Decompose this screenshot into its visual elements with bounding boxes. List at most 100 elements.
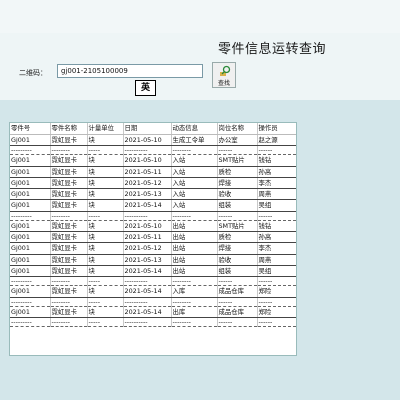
column-header[interactable]: 零件号 xyxy=(10,123,51,135)
separator-row[interactable]: --------- -------- ----- ---------- --------… xyxy=(10,297,296,307)
table-cell: 成品仓库 xyxy=(217,306,258,318)
find-button-label: 查找 xyxy=(217,80,230,87)
search-icon xyxy=(220,65,231,76)
window-top-strip xyxy=(0,0,400,33)
table-cell: 组装 xyxy=(217,199,258,212)
table-row[interactable]: Gj001 霓虹显卡块 2021-05-14 出库 成品仓库 郑险 xyxy=(10,306,296,318)
table-cell: 块 xyxy=(87,166,124,178)
table-cell: -------- xyxy=(50,297,88,307)
result-table[interactable]: 零件号 零件名称 计量单位 日期 动态信息 岗位名称 操作员 Gj001 霓虹显卡块 2021-… xyxy=(9,122,297,356)
column-header[interactable]: 操作员 xyxy=(257,123,296,135)
table-cell: Gj001 xyxy=(10,188,51,201)
table-row[interactable]: Gj001 霓虹显卡块 2021-05-13 出站 验收 周燕 xyxy=(10,254,296,266)
table-cell: 组装 xyxy=(217,265,258,278)
table-cell: 霓虹显卡 xyxy=(50,177,88,190)
separator-row[interactable]: --------- -------- ----- ---------- --------… xyxy=(10,211,296,221)
table-cell: 块 xyxy=(87,220,124,233)
table-cell: 入站 xyxy=(171,166,218,178)
column-header[interactable]: 动态信息 xyxy=(171,123,218,135)
separator-row[interactable]: --------- -------- ----- ---------- --------… xyxy=(10,276,296,287)
page-title: 零件信息运转查询 xyxy=(218,42,327,57)
table-cell: --------- xyxy=(10,211,51,221)
column-header[interactable]: 零件名称 xyxy=(50,123,88,135)
table-cell: 吴组 xyxy=(257,265,296,278)
column-header[interactable]: 岗位名称 xyxy=(217,123,258,135)
table-cell: 生成工令单 xyxy=(171,134,218,147)
table-cell: 入站 xyxy=(171,154,218,167)
table-cell: -------- xyxy=(50,145,88,156)
table-cell: 成品仓库 xyxy=(217,285,258,298)
table-row[interactable]: Gj001 霓虹显卡块 2021-05-11 入站 质检 孙高 xyxy=(10,166,296,178)
table-cell: 块 xyxy=(87,177,124,190)
table-cell: ------ xyxy=(257,276,296,287)
table-cell: 质检 xyxy=(217,231,258,244)
table-cell: 郑险 xyxy=(257,285,296,298)
table-cell: Gj001 xyxy=(10,199,51,212)
table-cell: -------- xyxy=(50,276,88,287)
qr-label: 二维码： xyxy=(19,69,47,77)
table-cell: 入站 xyxy=(171,188,218,201)
table-cell: 2021-05-12 xyxy=(123,242,172,255)
table-cell: 周燕 xyxy=(257,254,296,266)
table-cell: -------- xyxy=(50,317,88,327)
table-cell: ------ xyxy=(257,297,296,307)
table-cell: 办公室 xyxy=(217,134,258,147)
table-header: 零件号 零件名称 计量单位 日期 动态信息 岗位名称 操作员 xyxy=(10,123,296,135)
ime-indicator: 英 xyxy=(135,80,156,96)
table-cell: 块 xyxy=(87,154,124,167)
table-cell: Gj001 xyxy=(10,242,51,255)
table-cell: 霓虹显卡 xyxy=(50,265,88,278)
table-row[interactable]: Gj001 霓虹显卡块 2021-05-12 入站 焊接 李杰 xyxy=(10,177,296,190)
table-cell: SMT贴片 xyxy=(217,220,258,233)
column-header[interactable]: 计量单位 xyxy=(87,123,124,135)
table-row[interactable]: Gj001 霓虹显卡块 2021-05-14 入库 成品仓库 郑险 xyxy=(10,285,296,298)
table-cell: 2021-05-11 xyxy=(123,231,172,244)
table-cell: ---------- xyxy=(123,297,172,307)
table-cell: 2021-05-10 xyxy=(123,220,172,233)
table-cell: 霓虹显卡 xyxy=(50,154,88,167)
table-row[interactable]: Gj001 霓虹显卡块 2021-05-11 出站 质检 孙高 xyxy=(10,231,296,244)
table-row[interactable]: Gj001 霓虹显卡块 2021-05-13 入站 验收 周燕 xyxy=(10,188,296,201)
table-cell: ---------- xyxy=(123,211,172,221)
table-cell: 焊接 xyxy=(217,177,258,190)
table-row[interactable]: Gj001 霓虹显卡块 2021-05-10 入站 SMT贴片 钱钻 xyxy=(10,154,296,167)
table-cell: 验收 xyxy=(217,254,258,266)
table-cell: 块 xyxy=(87,134,124,147)
table-cell: --------- xyxy=(10,276,51,287)
table-cell: 出库 xyxy=(171,306,218,318)
separator-row[interactable]: --------- -------- ----- ---------- --------… xyxy=(10,317,296,327)
table-cell: 霓虹显卡 xyxy=(50,188,88,201)
table-cell: 验收 xyxy=(217,188,258,201)
table-cell: 2021-05-11 xyxy=(123,166,172,178)
table-cell: ----- xyxy=(87,297,124,307)
column-header[interactable]: 日期 xyxy=(123,123,172,135)
table-cell: 出站 xyxy=(171,254,218,266)
table-cell: 霓虹显卡 xyxy=(50,254,88,266)
table-cell: 2021-05-14 xyxy=(123,306,172,318)
table-row[interactable]: Gj001 霓虹显卡块 2021-05-10 生成工令单 办公室 赵之源 xyxy=(10,134,296,147)
separator-row[interactable]: --------- -------- ----- ---------- --------… xyxy=(10,145,296,156)
table-cell: 孙高 xyxy=(257,231,296,244)
find-button[interactable]: 查找 xyxy=(212,62,236,88)
table-cell: 2021-05-12 xyxy=(123,177,172,190)
table-cell: 霓虹显卡 xyxy=(50,306,88,318)
table-cell: 入站 xyxy=(171,177,218,190)
table-cell: 周燕 xyxy=(257,188,296,201)
table-cell: -------- xyxy=(171,297,218,307)
table-cell: 出站 xyxy=(171,265,218,278)
table-row[interactable]: Gj001 霓虹显卡块 2021-05-10 出站 SMT贴片 钱钻 xyxy=(10,220,296,233)
table-cell: Gj001 xyxy=(10,306,51,318)
table-cell: Gj001 xyxy=(10,265,51,278)
table-cell: 2021-05-10 xyxy=(123,154,172,167)
qr-code-input[interactable]: gj001-2105100009 xyxy=(57,64,203,78)
table-cell: ------ xyxy=(257,211,296,221)
table-cell: 赵之源 xyxy=(257,134,296,147)
table-row[interactable]: Gj001 霓虹显卡块 2021-05-14 入站 组装 吴组 xyxy=(10,199,296,212)
table-row[interactable]: Gj001 霓虹显卡块 2021-05-14 出站 组装 吴组 xyxy=(10,265,296,278)
table-cell: ------ xyxy=(257,317,296,327)
table-cell: ----- xyxy=(87,145,124,156)
table-cell: 霓虹显卡 xyxy=(50,166,88,178)
table-row[interactable]: Gj001 霓虹显卡块 2021-05-12 出站 焊接 李杰 xyxy=(10,242,296,255)
table-cell: 块 xyxy=(87,231,124,244)
table-cell: -------- xyxy=(171,145,218,156)
